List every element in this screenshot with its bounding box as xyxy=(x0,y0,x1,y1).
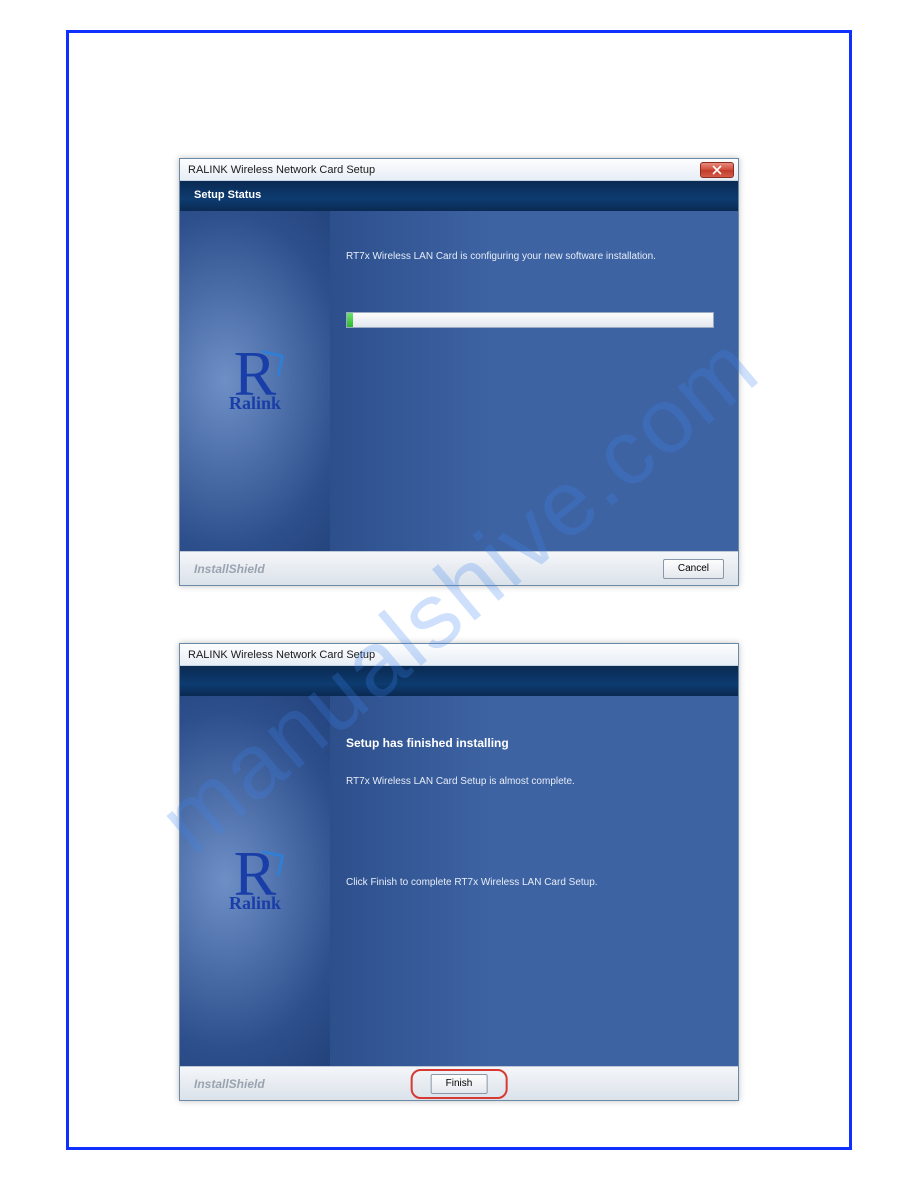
right-panel: RT7x Wireless LAN Card is configuring yo… xyxy=(330,211,738,551)
window-title: RALINK Wireless Network Card Setup xyxy=(188,164,375,176)
dialog-footer: InstallShield Cancel xyxy=(180,551,738,585)
logo-r-icon: R xyxy=(234,848,277,899)
ralink-logo: R Ralink xyxy=(229,848,281,914)
left-brand-panel: R Ralink xyxy=(180,211,330,551)
finish-message-1: RT7x Wireless LAN Card Setup is almost c… xyxy=(346,776,714,787)
close-icon xyxy=(712,165,722,175)
cancel-button[interactable]: Cancel xyxy=(663,559,724,579)
titlebar: RALINK Wireless Network Card Setup xyxy=(180,159,738,181)
finish-message-2: Click Finish to complete RT7x Wireless L… xyxy=(346,877,714,888)
dialog-content: R Ralink Setup has finished installing R… xyxy=(180,696,738,1066)
right-panel: Setup has finished installing RT7x Wirel… xyxy=(330,696,738,1066)
finish-heading: Setup has finished installing xyxy=(346,736,714,750)
finish-button[interactable]: Finish xyxy=(431,1074,488,1094)
setup-status-dialog: RALINK Wireless Network Card Setup Setup… xyxy=(179,158,739,586)
progress-bar xyxy=(346,312,714,328)
setup-finished-dialog: RALINK Wireless Network Card Setup R Ral… xyxy=(179,643,739,1101)
installshield-brand: InstallShield xyxy=(194,1077,265,1091)
finish-button-highlight: Finish xyxy=(411,1069,508,1099)
installshield-brand: InstallShield xyxy=(194,562,265,576)
logo-r-icon: R xyxy=(234,348,277,399)
close-button[interactable] xyxy=(700,162,734,178)
dialog-header: Setup Status xyxy=(180,181,738,211)
titlebar: RALINK Wireless Network Card Setup xyxy=(180,644,738,666)
dialog-header xyxy=(180,666,738,696)
progress-fill xyxy=(347,313,353,327)
dialog-content: R Ralink RT7x Wireless LAN Card is confi… xyxy=(180,211,738,551)
status-message: RT7x Wireless LAN Card is configuring yo… xyxy=(346,251,714,262)
window-title: RALINK Wireless Network Card Setup xyxy=(188,649,375,661)
ralink-logo: R Ralink xyxy=(229,348,281,414)
left-brand-panel: R Ralink xyxy=(180,696,330,1066)
dialog-footer: InstallShield Finish xyxy=(180,1066,738,1100)
